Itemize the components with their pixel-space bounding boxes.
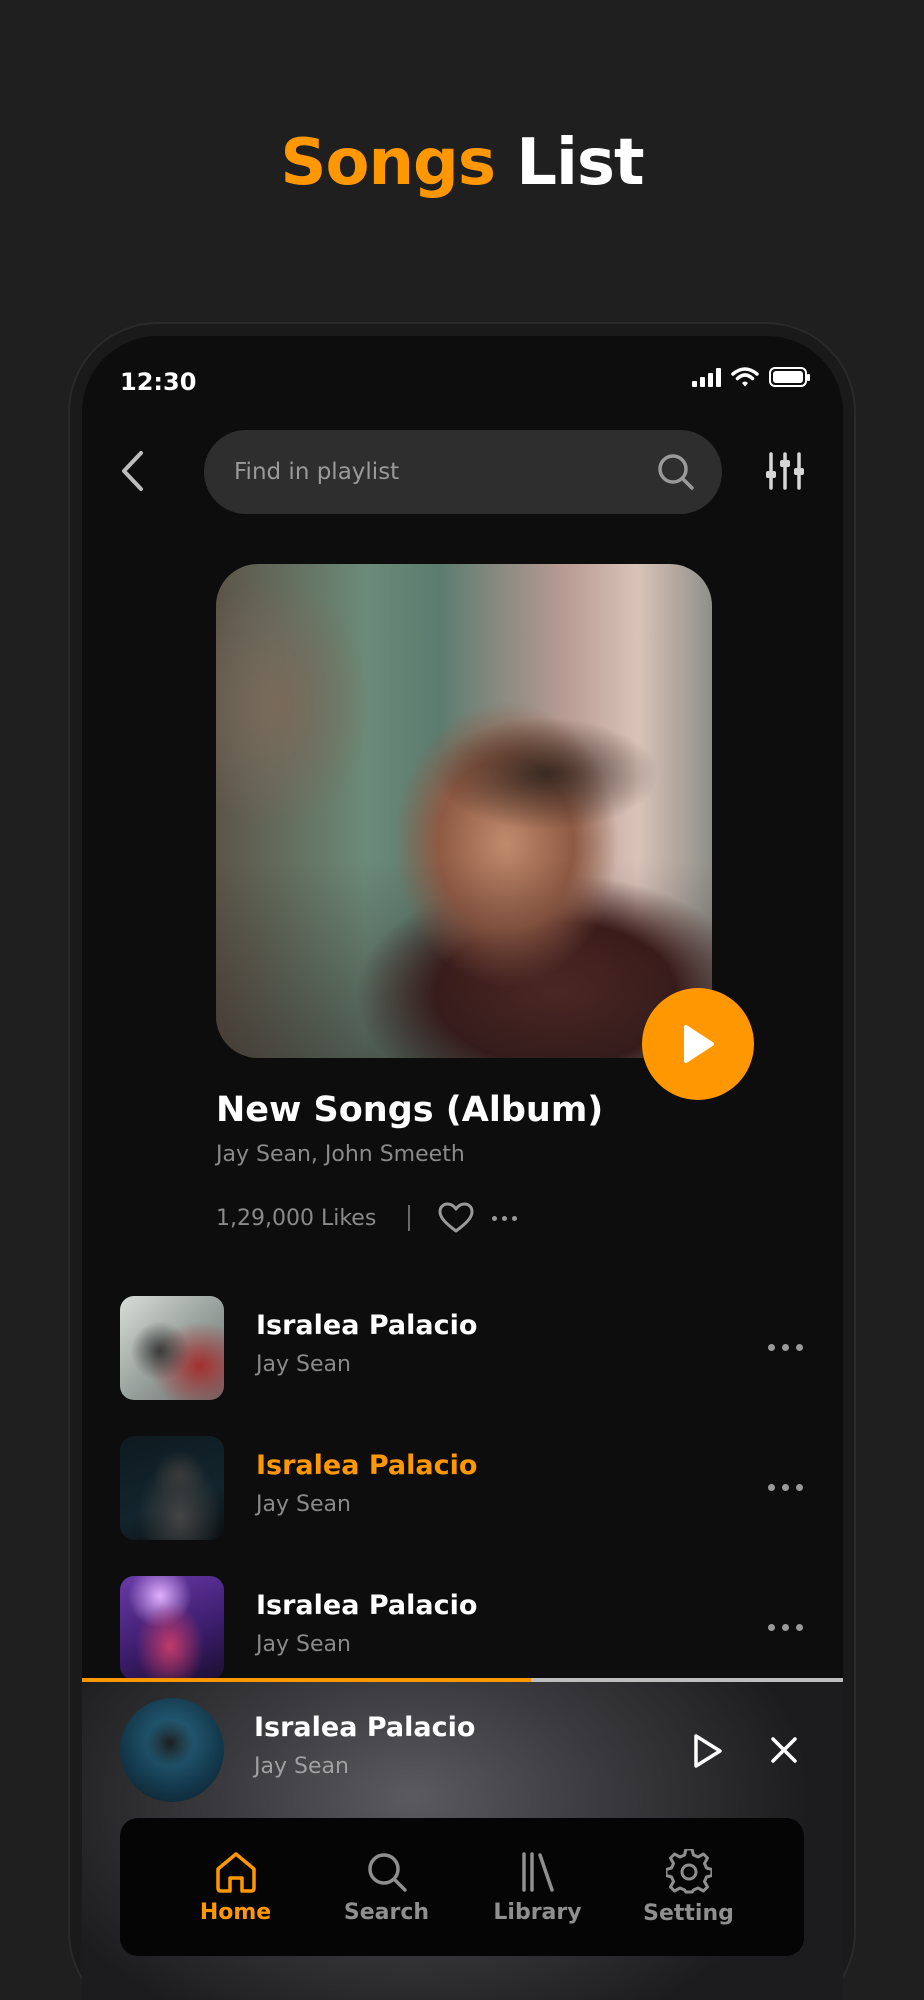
- song-more-button[interactable]: [760, 1470, 810, 1504]
- heart-icon: [438, 1202, 474, 1233]
- play-icon: [684, 1025, 714, 1063]
- album-meta: 1,29,000 Likes: [216, 1198, 518, 1238]
- nav-setting-label: Setting: [643, 1900, 734, 1926]
- search-icon[interactable]: [656, 452, 696, 492]
- song-row[interactable]: Isralea Palacio Jay Sean: [120, 1296, 810, 1436]
- close-player-button[interactable]: [762, 1728, 806, 1772]
- heading-plain: List: [516, 126, 644, 200]
- nav-home-label: Home: [199, 1899, 272, 1925]
- song-title: Isralea Palacio: [256, 1590, 478, 1621]
- chevron-left-icon: [122, 451, 143, 491]
- nav-library-label: Library: [493, 1899, 582, 1925]
- home-icon: [215, 1851, 256, 1893]
- filter-button[interactable]: [758, 444, 812, 498]
- heading-accent: Songs: [280, 126, 496, 200]
- song-more-button[interactable]: [760, 1330, 810, 1364]
- status-icons: [692, 366, 810, 388]
- gear-icon: [665, 1848, 712, 1893]
- mini-play-button[interactable]: [682, 1726, 732, 1776]
- phone-screen: 12:30 Find in playlist New Songs (Album)…: [82, 336, 843, 2000]
- nav-setting[interactable]: Setting: [629, 1848, 749, 1926]
- search-bar: [204, 430, 722, 514]
- mini-player[interactable]: Isralea Palacio Jay Sean Home Search Lib…: [82, 1678, 843, 2000]
- wifi-icon: [731, 367, 759, 387]
- song-thumbnail: [120, 1436, 224, 1540]
- play-album-button[interactable]: [642, 988, 754, 1100]
- album-cover: [216, 564, 712, 1058]
- back-button[interactable]: [108, 436, 156, 506]
- progress-fill: [82, 1678, 531, 1682]
- nav-search[interactable]: Search: [327, 1850, 447, 1925]
- like-button[interactable]: [436, 1198, 476, 1238]
- song-thumbnail: [120, 1576, 224, 1680]
- now-playing-thumbnail: [120, 1698, 224, 1802]
- album-title: New Songs (Album): [216, 1090, 604, 1130]
- nav-library[interactable]: Library: [478, 1850, 598, 1925]
- signal-icon: [692, 367, 721, 387]
- equalizer-icon: [766, 452, 804, 490]
- song-artist: Jay Sean: [256, 1492, 351, 1517]
- now-playing-artist: Jay Sean: [254, 1754, 349, 1779]
- status-time: 12:30: [120, 368, 197, 396]
- nav-search-label: Search: [343, 1899, 430, 1925]
- song-list: Isralea Palacio Jay Sean Isralea Palacio…: [120, 1296, 810, 1716]
- album-artists: Jay Sean, John Smeeth: [216, 1142, 465, 1167]
- song-thumbnail: [120, 1296, 224, 1400]
- song-more-button[interactable]: [760, 1610, 810, 1644]
- song-title: Isralea Palacio: [256, 1310, 478, 1341]
- nav-home[interactable]: Home: [176, 1850, 296, 1925]
- close-icon: [771, 1737, 797, 1763]
- battery-icon: [769, 367, 810, 387]
- album-more-button[interactable]: [492, 1215, 518, 1221]
- song-artist: Jay Sean: [256, 1632, 351, 1657]
- bottom-nav: Home Search Library Setting: [120, 1818, 804, 1956]
- song-row[interactable]: Isralea Palacio Jay Sean: [120, 1436, 810, 1576]
- play-outline-icon: [694, 1734, 722, 1768]
- song-artist: Jay Sean: [256, 1352, 351, 1377]
- meta-divider: [408, 1205, 411, 1231]
- page-heading: Songs List: [0, 126, 924, 200]
- likes-count: 1,29,000 Likes: [216, 1205, 377, 1231]
- search-input[interactable]: [234, 459, 656, 485]
- song-title: Isralea Palacio: [256, 1450, 478, 1481]
- search-icon: [367, 1852, 407, 1892]
- playback-progress[interactable]: [82, 1678, 843, 1682]
- now-playing-title: Isralea Palacio: [254, 1712, 476, 1743]
- library-icon: [521, 1851, 554, 1892]
